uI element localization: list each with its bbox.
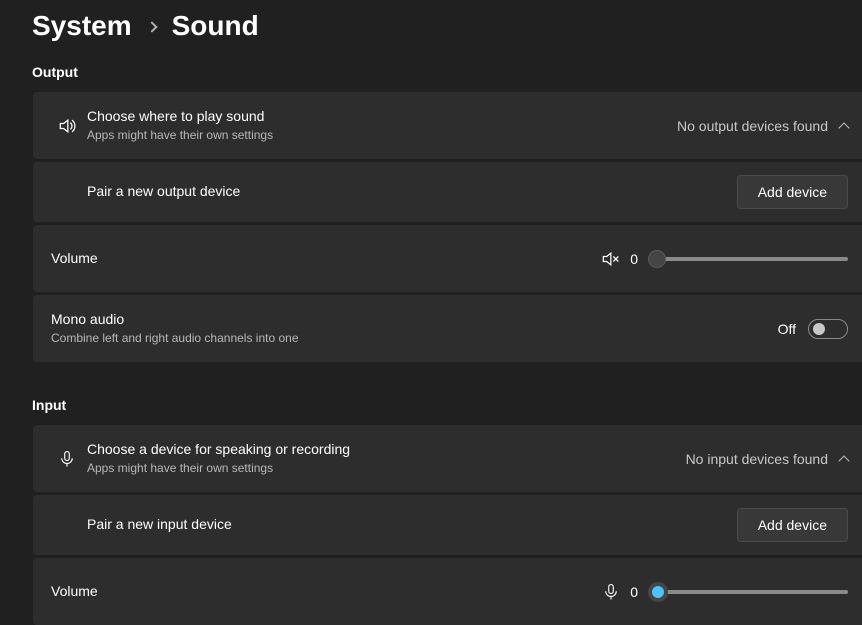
output-volume-value: 0 [630, 251, 638, 267]
microphone-icon-small[interactable] [602, 582, 620, 602]
output-pair-card: Pair a new output device Add device [33, 162, 862, 222]
input-status-text: No input devices found [686, 451, 828, 467]
input-pair-card: Pair a new input device Add device [33, 495, 862, 555]
mono-audio-title: Mono audio [51, 310, 778, 330]
output-choose-card[interactable]: Choose where to play sound Apps might ha… [33, 92, 862, 159]
input-volume-value: 0 [630, 584, 638, 600]
mono-audio-toggle[interactable] [808, 319, 848, 339]
output-choose-subtitle: Apps might have their own settings [87, 126, 677, 144]
output-volume-slider[interactable] [648, 249, 848, 269]
breadcrumb: System Sound [0, 0, 862, 64]
add-input-device-button[interactable]: Add device [737, 508, 848, 542]
input-choose-subtitle: Apps might have their own settings [87, 459, 686, 477]
add-output-device-button[interactable]: Add device [737, 175, 848, 209]
chevron-up-icon [838, 455, 849, 466]
output-volume-card: Volume 0 [33, 225, 862, 292]
chevron-right-icon [146, 21, 157, 32]
mono-audio-state: Off [778, 321, 796, 337]
input-pair-label: Pair a new input device [87, 515, 737, 535]
input-choose-title: Choose a device for speaking or recordin… [87, 440, 686, 460]
input-volume-slider[interactable] [648, 582, 848, 602]
microphone-icon [47, 449, 87, 469]
output-volume-label: Volume [51, 249, 600, 269]
input-volume-label: Volume [51, 582, 602, 602]
chevron-up-icon [838, 122, 849, 133]
mono-audio-card: Mono audio Combine left and right audio … [33, 295, 862, 362]
speaker-icon [47, 116, 87, 136]
breadcrumb-parent[interactable]: System [32, 10, 132, 42]
breadcrumb-current: Sound [172, 10, 259, 42]
output-choose-title: Choose where to play sound [87, 107, 677, 127]
output-pair-label: Pair a new output device [87, 182, 737, 202]
mono-audio-subtitle: Combine left and right audio channels in… [51, 329, 778, 347]
input-choose-card[interactable]: Choose a device for speaking or recordin… [33, 425, 862, 492]
output-status-text: No output devices found [677, 118, 828, 134]
speaker-muted-icon[interactable] [600, 249, 620, 269]
input-section-header: Input [0, 397, 862, 425]
output-section-header: Output [0, 64, 862, 92]
